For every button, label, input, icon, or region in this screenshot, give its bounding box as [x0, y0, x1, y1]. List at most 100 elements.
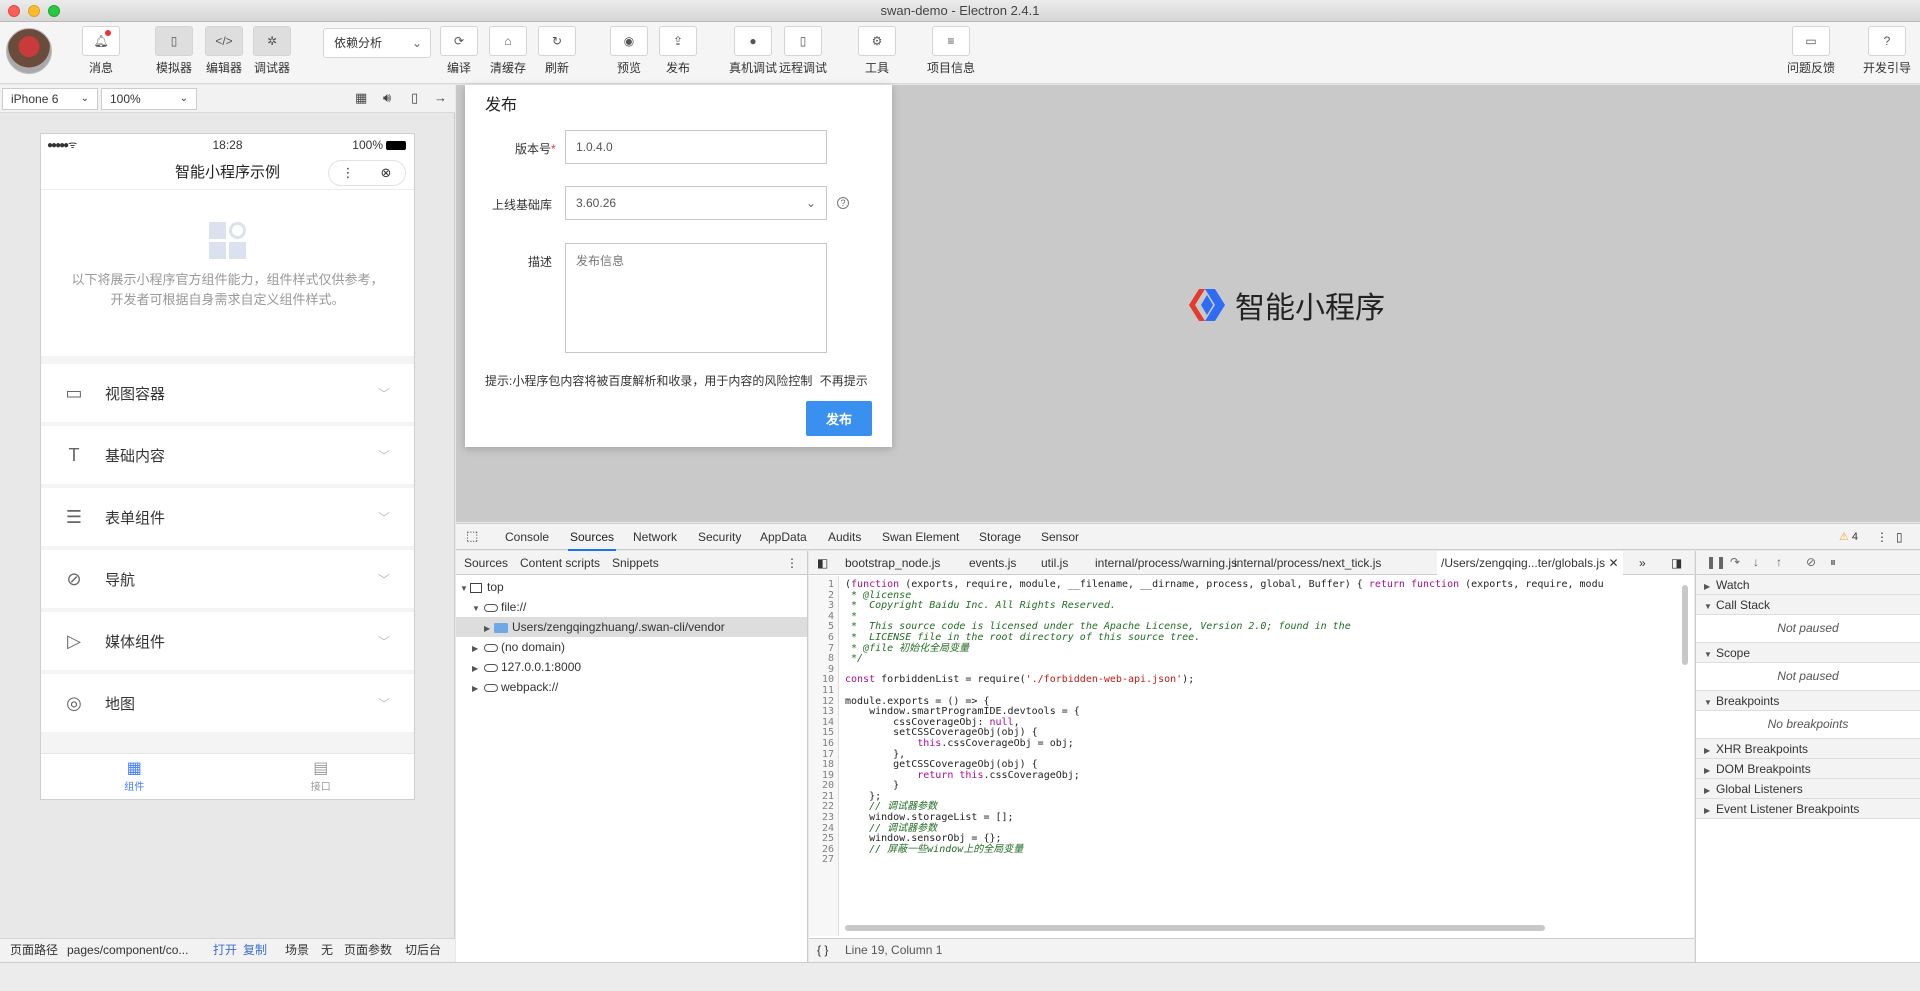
tab-console[interactable]: Console — [505, 530, 549, 544]
file-tab[interactable]: util.js — [1041, 551, 1068, 575]
toggle-debugger-icon[interactable]: ◨ — [1671, 551, 1682, 575]
section-dom-breakpoints[interactable]: ▶ DOM Breakpoints — [1696, 759, 1920, 779]
project-info-button[interactable]: ≡ 项目信息 — [927, 26, 975, 76]
tab-sensor[interactable]: Sensor — [1041, 530, 1079, 544]
zoom-select[interactable]: 100% ⌄ — [101, 88, 197, 110]
file-tab[interactable]: bootstrap_node.js — [845, 551, 940, 575]
rotate-device-icon[interactable]: ▯ — [411, 90, 418, 106]
message-button[interactable]: 🔔︎ 消息 — [82, 26, 120, 76]
compile-mode-select[interactable]: 依赖分析 ⌄ — [323, 28, 431, 58]
preview-button[interactable]: ◉ 预览 — [610, 26, 648, 76]
tab-security[interactable]: Security — [698, 530, 741, 544]
close-icon[interactable]: ✕ — [1608, 556, 1618, 570]
tree-node-localhost[interactable]: ▶ 127.0.0.1:8000 — [456, 657, 807, 677]
nav-tab-content-scripts[interactable]: Content scripts — [520, 556, 600, 570]
step-over-icon[interactable]: ↷ — [1730, 555, 1740, 569]
section-watch[interactable]: ▶ Watch — [1696, 575, 1920, 595]
help-icon[interactable]: ? — [837, 197, 849, 209]
tab-audits[interactable]: Audits — [828, 530, 861, 544]
section-xhr-breakpoints[interactable]: ▶ XHR Breakpoints — [1696, 739, 1920, 759]
description-textarea[interactable]: 发布信息 — [565, 243, 827, 353]
tree-node-webpack[interactable]: ▶ webpack:// — [456, 677, 807, 697]
tree-node-vendor-folder[interactable]: ▶ Users/zengqingzhuang/.swan-cli/vendor — [456, 617, 807, 637]
list-item-view-container[interactable]: ▭ 视图容器 ﹀ — [41, 364, 414, 422]
list-item-basic-content[interactable]: T 基础内容 ﹀ — [41, 426, 414, 484]
section-call-stack[interactable]: ▼ Call Stack — [1696, 595, 1920, 615]
nav-tab-snippets[interactable]: Snippets — [612, 556, 659, 570]
device-select[interactable]: iPhone 6 ⌄ — [2, 88, 98, 110]
pause-icon[interactable]: ❚❚ — [1706, 555, 1726, 569]
section-breakpoints[interactable]: ▼ Breakpoints — [1696, 691, 1920, 711]
remote-debug-button[interactable]: ▯ 远程调试 — [779, 26, 827, 76]
clear-cache-button[interactable]: ⌂ 清缓存 — [489, 26, 527, 76]
horizontal-scrollbar[interactable] — [845, 925, 1545, 931]
section-event-listener-breakpoints[interactable]: ▶ Event Listener Breakpoints — [1696, 799, 1920, 819]
step-into-icon[interactable]: ↓ — [1753, 555, 1759, 569]
simulator-toggle[interactable]: ▯ 模拟器 — [155, 26, 193, 76]
page-params-button[interactable]: 页面参数 — [344, 939, 392, 962]
close-window-button[interactable] — [8, 5, 20, 17]
grid-icon[interactable]: ▦ — [355, 90, 367, 106]
bell-icon: 🔔︎ — [93, 34, 109, 48]
more-icon[interactable]: ⋮ — [329, 161, 367, 185]
step-out-icon[interactable]: ↑ — [1776, 555, 1782, 569]
inspect-element-icon[interactable]: ⬚ — [466, 528, 478, 544]
lib-version-select[interactable]: 3.60.26 ⌄ — [565, 186, 827, 220]
user-avatar[interactable] — [6, 28, 52, 74]
device-debug-button[interactable]: ● 真机调试 — [729, 26, 777, 76]
minimize-window-button[interactable] — [28, 5, 40, 17]
list-item-navigation[interactable]: ⊘ 导航 ﹀ — [41, 550, 414, 608]
editor-status-bar: { } Line 19, Column 1 — [809, 938, 1694, 962]
refresh-button[interactable]: ↻ 刷新 — [538, 26, 576, 76]
tree-node-top[interactable]: ▼ top — [456, 577, 807, 597]
tab-appdata[interactable]: AppData — [760, 530, 807, 544]
feedback-button[interactable]: ▭ 问题反馈 — [1787, 26, 1835, 76]
dismiss-hint-link[interactable]: 不再提示 — [820, 374, 868, 388]
toggle-navigator-icon[interactable]: ◧ — [817, 551, 828, 575]
tab-api[interactable]: ▤ 接口 — [228, 754, 415, 799]
tools-button[interactable]: ⚙ 工具 — [858, 26, 896, 76]
background-button[interactable]: 切后台 — [405, 939, 441, 962]
pretty-print-button[interactable]: { } — [817, 939, 828, 962]
section-scope[interactable]: ▼ Scope — [1696, 643, 1920, 663]
detach-arrow-icon[interactable]: → — [434, 90, 447, 105]
dev-guide-button[interactable]: ? 开发引导 — [1863, 26, 1911, 76]
more-tabs-icon[interactable]: » — [1639, 551, 1646, 575]
file-tab[interactable]: internal/process/warning.js — [1095, 551, 1237, 575]
tab-network[interactable]: Network — [633, 530, 677, 544]
open-path-link[interactable]: 打开 — [213, 939, 237, 962]
more-vertical-icon[interactable]: ⋮ — [1876, 530, 1888, 544]
section-global-listeners[interactable]: ▶ Global Listeners — [1696, 779, 1920, 799]
publish-button[interactable]: ⇪ 发布 — [659, 26, 697, 76]
tab-storage[interactable]: Storage — [979, 530, 1021, 544]
tab-sources[interactable]: Sources — [567, 530, 617, 551]
close-circle-icon[interactable]: ⊗ — [367, 161, 405, 185]
dock-side-icon[interactable]: ▯ — [1896, 530, 1903, 544]
list-item-media[interactable]: ▷ 媒体组件 ﹀ — [41, 612, 414, 670]
phone-status-bar: ●●●●● ᯤ 18:28 100% — [41, 134, 414, 156]
compile-button[interactable]: ⟳ 编译 — [440, 26, 478, 76]
file-tab-active[interactable]: /Users/zengqing...ter/globals.js ✕ — [1437, 551, 1623, 575]
code-content[interactable]: (function (exports, require, module, __f… — [845, 576, 1675, 936]
deactivate-breakpoints-icon[interactable]: ⊘ — [1806, 555, 1816, 569]
tab-swan-element[interactable]: Swan Element — [882, 530, 959, 544]
confirm-publish-button[interactable]: 发布 — [806, 401, 872, 436]
maximize-window-button[interactable] — [48, 5, 60, 17]
pause-on-exceptions-icon[interactable]: ⏸ — [1830, 555, 1836, 570]
list-item-map[interactable]: ◎ 地图 ﹀ — [41, 674, 414, 732]
editor-toggle[interactable]: </> 编辑器 — [205, 26, 243, 76]
tree-node-no-domain[interactable]: ▶ (no domain) — [456, 637, 807, 657]
debugger-toggle[interactable]: ✲ 调试器 — [253, 26, 291, 76]
copy-path-link[interactable]: 复制 — [243, 939, 267, 962]
warnings-counter[interactable]: ⚠ 4 — [1839, 530, 1858, 543]
tree-node-file[interactable]: ▼ file:// — [456, 597, 807, 617]
version-input[interactable]: 1.0.4.0 — [565, 130, 827, 164]
list-item-form[interactable]: ☰ 表单组件 ﹀ — [41, 488, 414, 546]
more-vertical-icon[interactable]: ⋮ — [786, 556, 798, 570]
tab-components[interactable]: ▦ 组件 — [41, 754, 228, 799]
vertical-scrollbar[interactable] — [1682, 585, 1688, 665]
volume-icon[interactable]: 🔊︎ — [383, 90, 391, 106]
file-tab[interactable]: internal/process/next_tick.js — [1234, 551, 1381, 575]
file-tab[interactable]: events.js — [969, 551, 1016, 575]
nav-tab-sources[interactable]: Sources — [464, 556, 508, 570]
